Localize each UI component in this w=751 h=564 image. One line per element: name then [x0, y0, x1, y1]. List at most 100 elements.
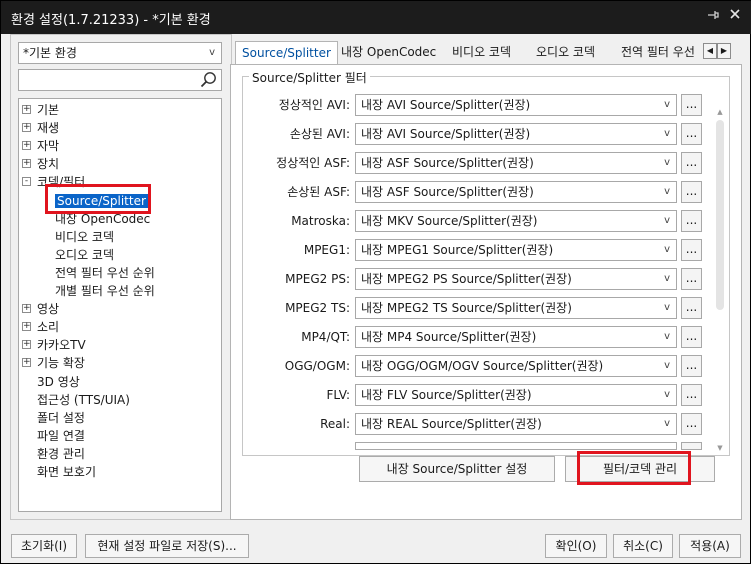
tab-global-filter[interactable]: 전역 필터 우선: [615, 41, 701, 63]
filter-more-button[interactable]: ...: [681, 210, 702, 232]
close-icon[interactable]: [726, 8, 744, 26]
tree-expander-icon[interactable]: +: [22, 340, 31, 350]
filter-select-value: 내장 ASF Source/Splitter(권장): [361, 156, 534, 170]
apply-button[interactable]: 적용(A): [679, 534, 741, 558]
tree-item-label: 카카오TV: [37, 338, 86, 353]
filter-select[interactable]: 내장 MPEG1 Source/Splitter(권장) v: [355, 239, 677, 261]
tree-item-label: 파일 연결: [37, 428, 85, 443]
splitter-settings-button[interactable]: 내장 Source/Splitter 설정: [359, 456, 555, 482]
tree-item-label: 화면 보호기: [37, 465, 97, 479]
tab-audio-codec[interactable]: 오디오 코덱: [530, 41, 601, 63]
filter-more-button[interactable]: ...: [681, 384, 702, 406]
filter-select[interactable]: 내장 FLV Source/Splitter(권장) v: [355, 384, 677, 406]
tree-item[interactable]: 장치: [37, 155, 59, 173]
chevron-down-icon: v: [664, 215, 670, 226]
tree-item[interactable]: 소리: [37, 318, 59, 336]
scrollbar-thumb[interactable]: [716, 120, 724, 310]
filter-select[interactable]: 내장 ASF Source/Splitter(권장) v: [355, 181, 677, 203]
tab-scroll-right-icon[interactable]: ▶: [717, 43, 731, 59]
tree-item-label: 소리: [37, 320, 60, 335]
filter-more-button-partial[interactable]: [681, 442, 702, 450]
filter-select-value: 내장 MPEG1 Source/Splitter(권장): [361, 243, 554, 257]
settings-window: 환경 설정(1.7.21233) - *기본 환경 *기본 환경 v + 기본 + 재…: [0, 0, 751, 564]
filter-select[interactable]: 내장 AVI Source/Splitter(권장) v: [355, 94, 677, 116]
group-title: Source/Splitter 필터: [249, 69, 370, 86]
tree-item[interactable]: 폴더 설정: [37, 409, 85, 427]
chevron-down-icon: v: [664, 418, 670, 429]
filter-select[interactable]: 내장 MP4 Source/Splitter(권장) v: [355, 326, 677, 348]
search-icon[interactable]: [199, 70, 219, 90]
save-current-settings-button[interactable]: 현재 설정 파일로 저장(S)...: [85, 534, 249, 558]
filter-select[interactable]: 내장 AVI Source/Splitter(권장) v: [355, 123, 677, 145]
filter-row-label: 손상된 AVI:: [289, 127, 350, 141]
tree-item[interactable]: 기능 확장: [37, 354, 85, 372]
chevron-down-icon: v: [664, 331, 670, 342]
tree-item[interactable]: 카카오TV: [37, 336, 86, 354]
tab-scroll-left-icon[interactable]: ◀: [703, 43, 717, 59]
filter-more-button[interactable]: ...: [681, 326, 702, 348]
tree-item[interactable]: 재생: [37, 119, 59, 137]
category-panel: *기본 환경 v + 기본 + 재생 + 자막 + 장치 - 코덱/필터 Source/Splitt…: [10, 34, 232, 520]
tab-opencodec[interactable]: 내장 OpenCodec: [335, 41, 442, 63]
filter-more-button[interactable]: ...: [681, 152, 702, 174]
filter-more-button[interactable]: ...: [681, 355, 702, 377]
tree-expander-icon[interactable]: -: [22, 177, 31, 187]
filter-more-button[interactable]: ...: [681, 239, 702, 261]
tree-item[interactable]: 접근성 (TTS/UIA): [37, 391, 130, 409]
title-bar: 환경 설정(1.7.21233) - *기본 환경: [1, 1, 751, 34]
cancel-button[interactable]: 취소(C): [613, 534, 673, 558]
search-input[interactable]: [18, 69, 222, 91]
vertical-scrollbar[interactable]: ▲ ▼: [714, 106, 726, 454]
chevron-down-icon: v: [664, 389, 670, 400]
reset-button[interactable]: 초기화(I): [11, 534, 77, 558]
tree-item-label: 자막: [37, 139, 60, 154]
scroll-up-icon[interactable]: ▲: [714, 106, 726, 118]
tree-item-label: 폴더 설정: [37, 410, 85, 425]
tree-expander-icon[interactable]: +: [22, 304, 31, 314]
tree-item[interactable]: 3D 영상: [37, 373, 80, 391]
tree-item[interactable]: 환경 관리: [37, 445, 85, 463]
scroll-down-icon[interactable]: ▼: [714, 442, 726, 454]
filter-more-button[interactable]: ...: [681, 297, 702, 319]
filter-more-button[interactable]: ...: [681, 181, 702, 203]
tree-expander-icon[interactable]: +: [22, 322, 31, 332]
tree-item[interactable]: 자막: [37, 137, 59, 155]
filter-select[interactable]: 내장 ASF Source/Splitter(권장) v: [355, 152, 677, 174]
filter-row-label: FLV:: [326, 388, 350, 402]
tree-item[interactable]: 비디오 코덱: [55, 228, 114, 246]
tree-item[interactable]: 화면 보호기: [37, 463, 96, 481]
filter-select[interactable]: 내장 OGG/OGM/OGV Source/Splitter(권장) v: [355, 355, 677, 377]
filter-select[interactable]: 내장 REAL Source/Splitter(권장) v: [355, 413, 677, 435]
tree-item-label: 접근성 (TTS/UIA): [37, 392, 130, 407]
tree-expander-icon[interactable]: +: [22, 159, 31, 169]
tree-expander-icon[interactable]: +: [22, 141, 31, 151]
pin-icon[interactable]: [704, 8, 722, 26]
filter-more-button[interactable]: ...: [681, 268, 702, 290]
filter-more-button[interactable]: ...: [681, 123, 702, 145]
tree-expander-icon[interactable]: +: [22, 105, 31, 114]
filter-select-partial[interactable]: [355, 442, 677, 450]
tree-item[interactable]: 오디오 코덱: [55, 246, 114, 264]
tree-item[interactable]: 기본: [37, 101, 59, 119]
chevron-down-icon: v: [664, 186, 670, 197]
ok-button[interactable]: 확인(O): [545, 534, 607, 558]
profile-select[interactable]: *기본 환경 v: [18, 42, 222, 64]
tree-item[interactable]: 파일 연결: [37, 427, 85, 445]
tree-item-label: 비디오 코덱: [55, 229, 115, 244]
tree-expander-icon[interactable]: +: [22, 358, 31, 368]
filter-select[interactable]: 내장 MPEG2 PS Source/Splitter(권장) v: [355, 268, 677, 290]
filter-select-value: 내장 FLV Source/Splitter(권장): [361, 388, 532, 402]
tree-item-label: 영상: [37, 302, 60, 317]
filter-select-value: 내장 MPEG2 TS Source/Splitter(권장): [361, 301, 572, 315]
tree-item[interactable]: 전역 필터 우선 순위: [55, 264, 155, 282]
tab-video-codec[interactable]: 비디오 코덱: [446, 41, 517, 63]
filter-more-button[interactable]: ...: [681, 94, 702, 116]
tab-source-splitter[interactable]: Source/Splitter: [235, 41, 338, 65]
tree-item[interactable]: 영상: [37, 300, 59, 318]
filter-more-button[interactable]: ...: [681, 413, 702, 435]
tree-item[interactable]: 개별 필터 우선 순위: [55, 282, 155, 300]
filter-select-value: 내장 MP4 Source/Splitter(권장): [361, 330, 537, 344]
filter-select[interactable]: 내장 MKV Source/Splitter(권장) v: [355, 210, 677, 232]
tree-expander-icon[interactable]: +: [22, 123, 31, 133]
filter-select[interactable]: 내장 MPEG2 TS Source/Splitter(권장) v: [355, 297, 677, 319]
